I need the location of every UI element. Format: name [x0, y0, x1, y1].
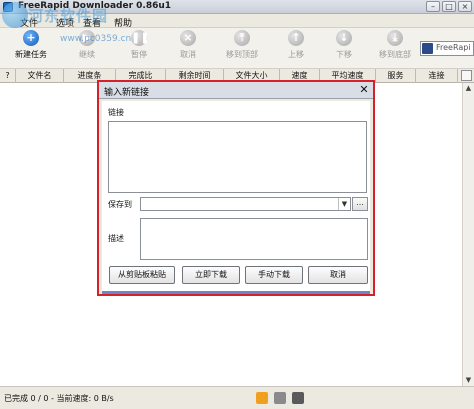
links-label: 链接	[108, 108, 124, 117]
toolbar-label: 上移	[288, 50, 304, 59]
column-header[interactable]: 连接	[416, 69, 458, 83]
window-controls: – □ ×	[426, 1, 472, 12]
column-header[interactable]: ?	[0, 69, 16, 83]
move-down-button[interactable]: ↓ 下移	[319, 30, 369, 67]
toolbar-label: 继续	[79, 50, 95, 59]
down-icon: ↓	[336, 30, 352, 46]
description-textarea[interactable]	[140, 218, 368, 260]
bottom-icon: ⤓	[387, 30, 403, 46]
toolbar-label: 移到顶部	[226, 50, 258, 59]
speed-limit-icon[interactable]	[274, 392, 286, 404]
toolbar-label: 暂停	[131, 50, 147, 59]
column-chooser-button[interactable]	[461, 70, 472, 81]
up-icon: ↑	[288, 30, 304, 46]
search-icon	[422, 43, 433, 54]
dialog-title: 输入新链接	[104, 88, 150, 98]
toolbar-label: 下移	[336, 50, 352, 59]
play-icon: ▶	[79, 30, 95, 46]
move-top-button[interactable]: ⤒ 移到顶部	[217, 30, 267, 67]
connection-icon[interactable]	[292, 392, 304, 404]
search-input[interactable]: FreeRapi	[420, 41, 474, 56]
toolbar-label: 新建任务	[15, 50, 47, 59]
save-to-label: 保存到	[108, 200, 132, 209]
dialog-title-bar: 输入新链接 ✕	[99, 82, 373, 99]
manual-download-button[interactable]: 手动下载	[245, 266, 303, 284]
window-title: FreeRapid Downloader 0.86u1	[18, 1, 172, 11]
minimize-button[interactable]: –	[426, 1, 440, 12]
toolbar-label: 移到底部	[379, 50, 411, 59]
status-bar: 已完成 0 / 0 - 当前速度: 0 B/s	[0, 386, 474, 409]
pause-icon: ❚❚	[131, 30, 150, 46]
cancel-button[interactable]: 取消	[308, 266, 368, 284]
column-header[interactable]: 文件名	[16, 69, 64, 83]
description-label: 描述	[108, 234, 124, 243]
scroll-up-icon[interactable]: ▲	[463, 83, 474, 94]
pause-button[interactable]: ❚❚ 暂停	[114, 30, 164, 67]
menu-bar: 文件 选项 查看 帮助	[0, 14, 474, 29]
browse-button[interactable]: ...	[352, 197, 368, 211]
column-header[interactable]: 服务	[376, 69, 416, 83]
scroll-down-icon[interactable]: ▼	[463, 375, 474, 386]
resume-button[interactable]: ▶ 继续	[62, 30, 112, 67]
paste-from-clipboard-button[interactable]: 从剪贴板粘贴	[109, 266, 175, 284]
status-icons	[256, 392, 304, 404]
toolbar-label: 取消	[180, 50, 196, 59]
maximize-button[interactable]: □	[442, 1, 456, 12]
vertical-scrollbar[interactable]: ▲ ▼	[462, 83, 474, 386]
search-text: FreeRapi	[436, 43, 471, 52]
clipboard-monitor-icon[interactable]	[256, 392, 268, 404]
toolbar: + 新建任务 ▶ 继续 ❚❚ 暂停 × 取消 ⤒ 移到顶部 ↑ 上移 ↓ 下移 …	[0, 28, 474, 69]
plus-icon: +	[23, 30, 39, 46]
close-icon[interactable]: ✕	[357, 83, 371, 97]
title-bar: FreeRapid Downloader 0.86u1 – □ ×	[0, 0, 474, 14]
move-bottom-button[interactable]: ⤓ 移到底部	[370, 30, 420, 67]
move-up-button[interactable]: ↑ 上移	[271, 30, 321, 67]
dialog-body: 链接 保存到 ▼ ... 描述 从剪贴板粘贴 立即下载 手动下载 取消	[102, 101, 370, 291]
download-now-button[interactable]: 立即下载	[182, 266, 240, 284]
new-link-dialog: 输入新链接 ✕ 链接 保存到 ▼ ... 描述 从剪贴板粘贴 立即下载 手动下载…	[97, 80, 375, 296]
top-icon: ⤒	[234, 30, 250, 46]
cancel-icon: ×	[180, 30, 196, 46]
cancel-task-button[interactable]: × 取消	[163, 30, 213, 67]
close-window-button[interactable]: ×	[458, 1, 472, 12]
status-text: 已完成 0 / 0 - 当前速度: 0 B/s	[4, 394, 114, 403]
chevron-down-icon[interactable]: ▼	[338, 198, 350, 210]
app-icon	[3, 2, 13, 12]
dialog-bottom-border	[102, 291, 370, 294]
save-to-combobox[interactable]: ▼	[140, 197, 351, 211]
new-task-button[interactable]: + 新建任务	[6, 30, 56, 67]
links-textarea[interactable]	[108, 121, 367, 193]
